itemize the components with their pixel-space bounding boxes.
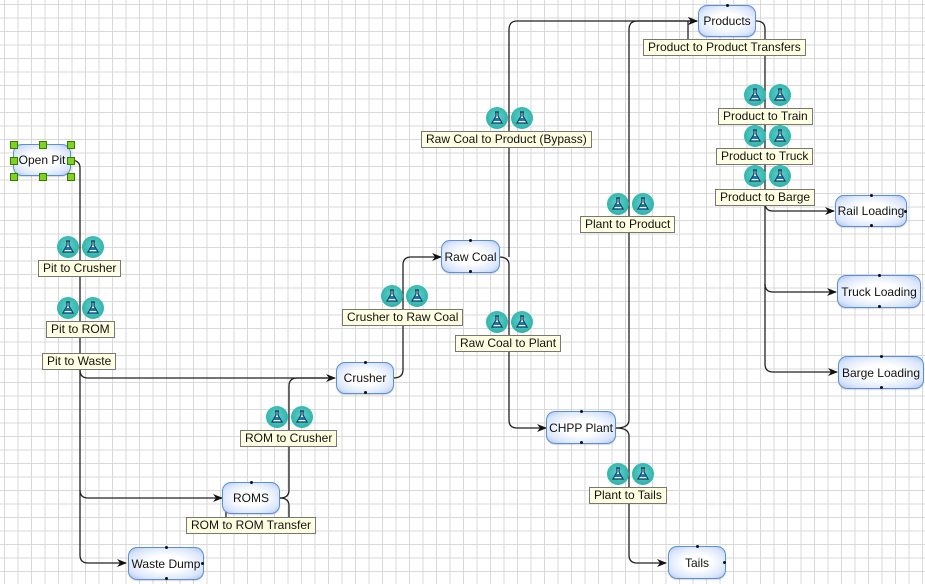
selection-handle[interactable] [39, 173, 47, 181]
port-dot [904, 210, 907, 213]
flask-icon[interactable] [607, 193, 629, 215]
flask-icon[interactable] [486, 107, 508, 129]
node-crusher[interactable]: Crusher [336, 361, 394, 394]
link-label-raw-coal-to-product-bypass[interactable]: Raw Coal to Product (Bypass) [421, 131, 592, 148]
link-label-product-to-barge[interactable]: Product to Barge [715, 189, 816, 206]
link-line-pit-to-rom [79, 489, 223, 502]
flask-icon[interactable] [57, 236, 79, 258]
port-dot [364, 391, 367, 394]
flask-icon[interactable] [486, 311, 508, 333]
link-label-product-to-product-transfers[interactable]: Product to Product Transfers [643, 39, 806, 56]
port-dot [878, 305, 881, 308]
node-products[interactable]: Products [698, 4, 756, 37]
port-dot [364, 361, 367, 364]
flask-icon[interactable] [607, 463, 629, 485]
node-label: Open Pit [18, 153, 66, 167]
link-label-rom-to-rom-transfer[interactable]: ROM to ROM Transfer [186, 517, 317, 534]
link-label-product-to-train[interactable]: Product to Train [718, 108, 813, 125]
link-label-plant-to-product[interactable]: Plant to Product [580, 216, 676, 233]
port-dot [880, 355, 883, 358]
flask-icon[interactable] [744, 165, 766, 187]
node-label: ROMS [233, 491, 269, 505]
flask-icon[interactable] [511, 311, 533, 333]
port-dot [580, 410, 583, 413]
flask-icon[interactable] [381, 285, 403, 307]
node-label: Products [703, 14, 751, 28]
link-label-rom-to-crusher[interactable]: ROM to Crusher [240, 430, 338, 447]
node-truck-loading[interactable]: Truck Loading [837, 274, 921, 308]
flask-icon[interactable] [769, 125, 791, 147]
selection-handle[interactable] [39, 141, 47, 149]
port-dot [165, 577, 168, 580]
link-line-pit-to-waste [79, 369, 336, 382]
selection-handle[interactable] [10, 157, 18, 165]
node-roms[interactable]: ROMS [222, 481, 280, 514]
link-label-pit-to-waste[interactable]: Pit to Waste [42, 353, 117, 370]
link-label-pit-to-crusher[interactable]: Pit to Crusher [38, 260, 122, 277]
flask-icon[interactable] [266, 406, 288, 428]
node-open-pit[interactable]: Open Pit [10, 141, 75, 181]
node-barge-loading[interactable]: Barge Loading [838, 355, 924, 389]
flask-icon[interactable] [632, 193, 654, 215]
node-raw-coal[interactable]: Raw Coal [441, 239, 500, 273]
flask-icon[interactable] [291, 406, 313, 428]
flask-icon[interactable] [511, 107, 533, 129]
node-waste-dump[interactable]: Waste Dump [128, 546, 204, 580]
flask-icon[interactable] [82, 236, 104, 258]
port-dot [696, 545, 699, 548]
flask-icon[interactable] [744, 84, 766, 106]
flask-icon[interactable] [632, 463, 654, 485]
selection-handle[interactable] [10, 173, 18, 181]
selection-handle[interactable] [10, 141, 18, 149]
node-label: Waste Dump [131, 556, 201, 571]
node-label: Barge Loading [841, 365, 921, 380]
link-label-pit-to-rom[interactable]: Pit to ROM [46, 321, 115, 338]
link-label-product-to-truck[interactable]: Product to Truck [716, 148, 814, 165]
node-label: CHPP Plant [549, 420, 613, 435]
port-dot [201, 562, 204, 565]
port-dot [723, 561, 726, 564]
flask-icon[interactable] [744, 125, 766, 147]
link-label-plant-to-tails[interactable]: Plant to Tails [589, 487, 667, 504]
port-dot [165, 546, 168, 549]
port-dot [580, 441, 583, 444]
node-label: Rail Loading [837, 204, 905, 218]
node-label: Crusher [343, 371, 387, 385]
node-label: Tails [684, 555, 709, 570]
link-label-crusher-to-raw-coal[interactable]: Crusher to Raw Coal [342, 309, 464, 326]
flask-icon[interactable] [82, 297, 104, 319]
node-tails[interactable]: Tails [668, 545, 726, 579]
node-chpp-plant[interactable]: CHPP Plant [546, 410, 616, 444]
port-dot [469, 239, 472, 242]
flow-diagram-canvas[interactable]: Open Pit Crusher Raw Coal Products ROMS … [0, 0, 925, 584]
port-dot [469, 270, 472, 273]
node-label: Raw Coal [444, 249, 497, 264]
link-line-product-to-truck [764, 283, 837, 296]
port-dot [250, 481, 253, 484]
selection-handle[interactable] [67, 141, 75, 149]
node-label: Truck Loading [841, 284, 917, 299]
link-label-raw-coal-to-plant[interactable]: Raw Coal to Plant [455, 335, 562, 352]
port-dot [870, 194, 873, 197]
port-dot [880, 386, 883, 389]
selection-handle[interactable] [67, 157, 75, 165]
flask-icon[interactable] [769, 165, 791, 187]
flask-icon[interactable] [406, 285, 428, 307]
port-dot [878, 274, 881, 277]
node-rail-loading[interactable]: Rail Loading [835, 194, 907, 227]
flask-icon[interactable] [57, 297, 79, 319]
port-dot [726, 4, 729, 7]
port-dot [870, 224, 873, 227]
selection-handle[interactable] [67, 173, 75, 181]
flask-icon[interactable] [769, 84, 791, 106]
